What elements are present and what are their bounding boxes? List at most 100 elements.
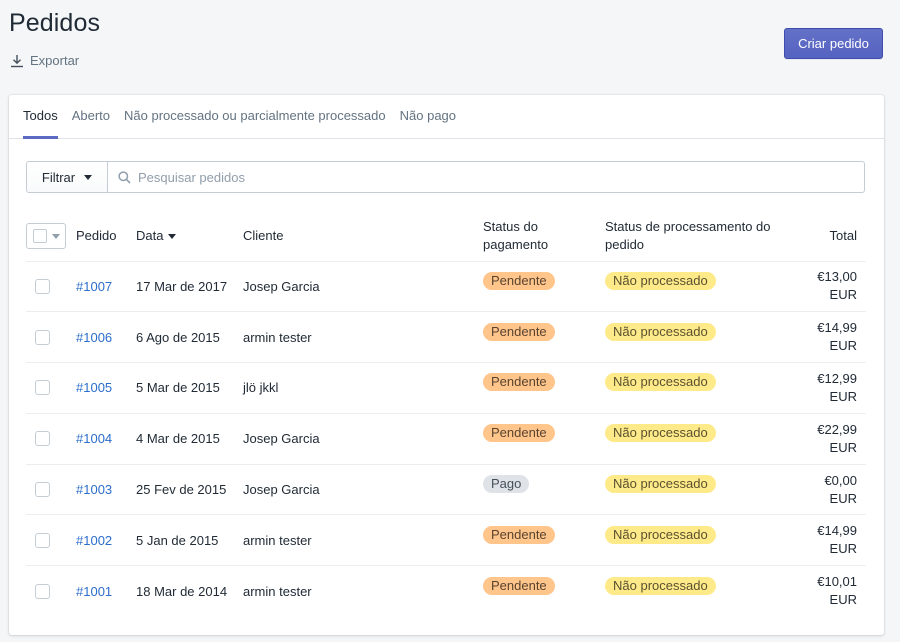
column-header-order: Pedido [76, 212, 136, 262]
column-header-processing: Status de processamento do pedido [605, 212, 795, 262]
payment-status-badge: Pendente [483, 576, 555, 595]
column-header-client: Cliente [243, 212, 483, 262]
row-checkbox[interactable] [35, 380, 50, 396]
table-row[interactable]: #1002 5 Jan de 2015 armin tester Pendent… [26, 514, 866, 567]
total-amount: €14,99 [817, 320, 857, 336]
table-row[interactable]: #1004 4 Mar de 2015 Josep Garcia Pendent… [26, 413, 866, 465]
orders-table: Pedido Data Cliente Status do pagamento … [26, 212, 866, 617]
order-link[interactable]: #1005 [76, 380, 112, 395]
tab-unfulfilled[interactable]: Não processado ou parcialmente processad… [124, 95, 386, 138]
order-link[interactable]: #1006 [76, 330, 112, 345]
checkbox-box [33, 229, 47, 244]
processing-status-badge: Não processado [605, 424, 716, 443]
total-currency: EUR [829, 287, 857, 303]
order-date: 4 Mar de 2015 [136, 413, 243, 465]
tab-all[interactable]: Todos [23, 95, 58, 139]
order-total: €0,00 EUR [795, 472, 857, 508]
row-checkbox[interactable] [35, 278, 50, 294]
total-amount: €13,00 [817, 269, 857, 285]
processing-status-badge: Não processado [605, 576, 716, 595]
row-checkbox[interactable] [35, 482, 50, 498]
order-total: €14,99 EUR [795, 522, 857, 558]
total-currency: EUR [829, 338, 857, 354]
orders-card: Todos Aberto Não processado ou parcialme… [9, 95, 884, 635]
client-name: Josep Garcia [243, 413, 483, 465]
total-currency: EUR [829, 490, 857, 506]
total-amount: €22,99 [817, 421, 857, 437]
order-date: 5 Jan de 2015 [136, 514, 243, 567]
column-header-date[interactable]: Data [136, 212, 243, 262]
order-link[interactable]: #1002 [76, 533, 112, 548]
order-tabs: Todos Aberto Não processado ou parcialme… [9, 95, 884, 139]
total-currency: EUR [829, 541, 857, 557]
payment-status-badge: Pendente [483, 322, 555, 341]
payment-status-badge: Pendente [483, 271, 555, 290]
total-amount: €0,00 [824, 472, 857, 488]
order-date: 17 Mar de 2017 [136, 261, 243, 313]
row-checkbox[interactable] [35, 583, 50, 599]
order-total: €10,01 EUR [795, 573, 857, 609]
client-name: armin tester [243, 311, 483, 364]
processing-status-badge: Não processado [605, 322, 716, 341]
processing-status-badge: Não processado [605, 373, 716, 392]
tab-open[interactable]: Aberto [72, 95, 110, 138]
row-checkbox[interactable] [35, 532, 50, 548]
payment-status-badge: Pago [483, 475, 530, 494]
total-currency: EUR [829, 388, 857, 404]
filter-label: Filtrar [41, 169, 76, 185]
total-currency: EUR [829, 592, 857, 608]
order-total: €22,99 EUR [795, 421, 857, 457]
payment-status-badge: Pendente [483, 525, 555, 544]
search-input[interactable] [138, 169, 864, 185]
total-amount: €10,01 [817, 574, 857, 590]
table-row[interactable]: #1001 18 Mar de 2014 armin tester Penden… [26, 566, 866, 617]
table-row[interactable]: #1007 17 Mar de 2017 Josep Garcia Penden… [26, 261, 866, 313]
client-name: Josep Garcia [243, 261, 483, 313]
client-name: Josep Garcia [243, 464, 483, 516]
processing-status-badge: Não processado [605, 475, 716, 494]
export-label: Exportar [30, 53, 80, 68]
order-link[interactable]: #1003 [76, 482, 112, 497]
total-amount: €12,99 [817, 370, 857, 386]
table-header-row: Pedido Data Cliente Status do pagamento … [26, 212, 866, 262]
processing-status-badge: Não processado [605, 525, 716, 544]
order-link[interactable]: #1004 [76, 431, 112, 446]
payment-status-badge: Pendente [483, 424, 555, 443]
filter-button[interactable]: Filtrar [26, 161, 108, 193]
order-link[interactable]: #1001 [76, 584, 112, 599]
client-name: armin tester [243, 583, 312, 599]
order-link[interactable]: #1007 [76, 279, 112, 294]
column-header-payment: Status do pagamento [483, 212, 605, 262]
order-date: 6 Ago de 2015 [136, 311, 243, 364]
table-row[interactable]: #1005 5 Mar de 2015 jlö jkkl Pendente Nã… [26, 362, 866, 414]
search-box [108, 161, 865, 193]
select-all-checkbox[interactable] [26, 223, 66, 250]
order-total: €13,00 EUR [795, 268, 857, 304]
client-name: armin tester [243, 514, 483, 567]
table-row[interactable]: #1003 25 Fev de 2015 Josep Garcia Pago N… [26, 464, 866, 516]
row-checkbox[interactable] [35, 329, 50, 345]
download-icon [11, 54, 23, 67]
page-title: Pedidos [9, 9, 101, 37]
filter-bar: Filtrar [26, 161, 865, 193]
sort-desc-icon [168, 234, 177, 240]
total-amount: €14,99 [817, 523, 857, 539]
order-date: 5 Mar de 2015 [136, 362, 243, 414]
column-header-date-label: Data [136, 228, 164, 244]
table-row[interactable]: #1006 6 Ago de 2015 armin tester Pendent… [26, 311, 866, 364]
processing-status-badge: Não processado [605, 271, 716, 290]
row-checkbox[interactable] [35, 431, 50, 447]
order-total: €14,99 EUR [795, 319, 857, 355]
order-total: €12,99 EUR [795, 370, 857, 406]
column-header-total: Total [795, 212, 866, 262]
order-date: 18 Mar de 2014 [136, 583, 228, 599]
tab-unpaid[interactable]: Não pago [400, 95, 456, 138]
caret-down-icon [84, 174, 93, 180]
create-order-button[interactable]: Criar pedido [784, 28, 883, 59]
payment-status-badge: Pendente [483, 373, 555, 392]
search-icon [118, 170, 131, 184]
export-link[interactable]: Exportar [10, 53, 79, 68]
client-name: jlö jkkl [243, 362, 483, 414]
order-date: 25 Fev de 2015 [136, 464, 243, 516]
total-currency: EUR [829, 439, 857, 455]
